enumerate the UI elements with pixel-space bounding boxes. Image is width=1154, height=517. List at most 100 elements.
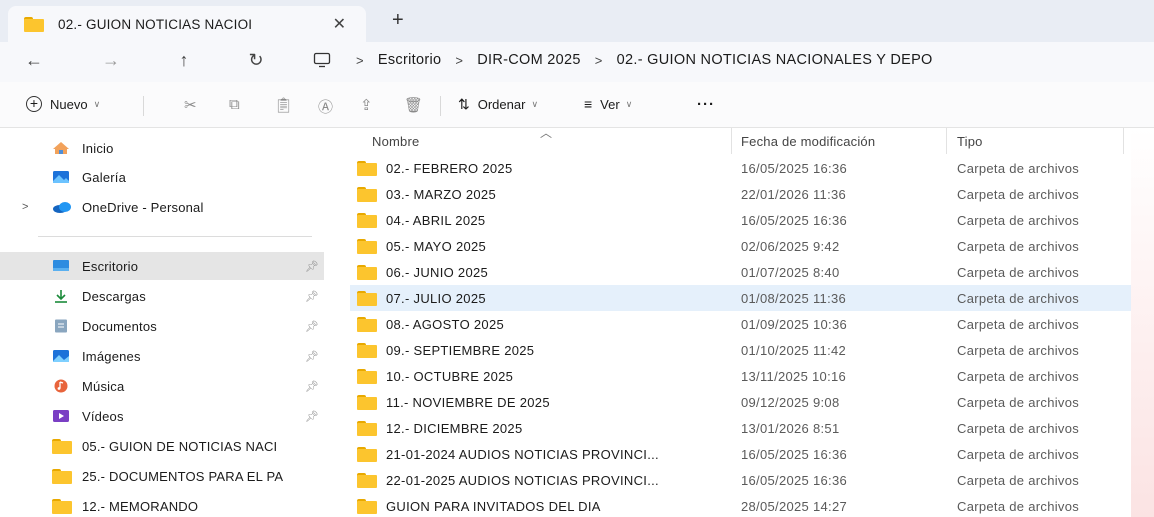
table-row[interactable]: 21-01-2024 AUDIOS NOTICIAS PROVINCI... 1… (350, 441, 1131, 467)
delete-icon[interactable]: 🗑︎ (404, 96, 423, 114)
onedrive-icon (52, 200, 71, 214)
sidebar-item-label: Escritorio (82, 258, 139, 274)
tab-strip: 02.- GUION NOTICIAS NACIOI ✕ + (0, 0, 1154, 42)
forward-button[interactable]: → (99, 50, 123, 71)
copy-icon[interactable]: ⧉ (229, 96, 240, 113)
table-row[interactable]: 04.- ABRIL 2025 16/05/2025 16:36 Carpeta… (350, 207, 1131, 233)
breadcrumb-current-folder[interactable]: 02.- GUION NOTICIAS NACIONALES Y DEPO (617, 52, 933, 68)
file-type: Carpeta de archivos (957, 213, 1080, 228)
pin-icon[interactable]: 📌︎ (305, 290, 319, 303)
column-divider[interactable] (946, 128, 947, 154)
sort-label: Ordenar (477, 97, 526, 112)
sidebar-item-label: Documentos (82, 318, 157, 334)
tab-current-folder[interactable]: 02.- GUION NOTICIAS NACIOI ✕ (8, 6, 366, 42)
column-header-type[interactable]: Tipo (957, 128, 1117, 154)
address-bar-row: ← → ↑ ↻ > Escritorio > DIR-COM 2025 > 02… (0, 42, 1154, 82)
file-type: Carpeta de archivos (957, 343, 1080, 358)
sidebar-item-label: 12.- MEMORANDO (82, 498, 199, 514)
file-type: Carpeta de archivos (957, 317, 1080, 332)
table-row[interactable]: 22-01-2025 AUDIOS NOTICIAS PROVINCI... 1… (350, 467, 1131, 493)
file-type: Carpeta de archivos (957, 447, 1080, 462)
folder-icon (357, 421, 377, 436)
file-name: GUION PARA INVITADOS DEL DIA (386, 499, 601, 514)
file-date: 09/12/2025 9:08 (741, 395, 840, 410)
sidebar-item-inicio[interactable]: Inicio (0, 134, 324, 162)
table-row[interactable]: 12.- DICIEMBRE 2025 13/01/2026 8:51 Carp… (350, 415, 1131, 441)
sidebar-item-galeria[interactable]: Galería (0, 163, 324, 191)
home-icon (52, 141, 70, 155)
folder-icon (357, 499, 377, 514)
folder-icon (357, 265, 377, 280)
folder-icon (357, 291, 377, 306)
rename-icon[interactable]: Ⓐ (318, 96, 333, 117)
table-row[interactable]: 06.- JUNIO 2025 01/07/2025 8:40 Carpeta … (350, 259, 1131, 285)
table-row[interactable]: 10.- OCTUBRE 2025 13/11/2025 10:16 Carpe… (350, 363, 1131, 389)
file-date: 01/10/2025 11:42 (741, 343, 847, 358)
file-name: 09.- SEPTIEMBRE 2025 (386, 343, 535, 358)
table-row[interactable]: 03.- MARZO 2025 22/01/2026 11:36 Carpeta… (350, 181, 1131, 207)
up-button[interactable]: ↑ (172, 50, 196, 71)
pin-icon[interactable]: 📌︎ (305, 380, 319, 393)
table-row[interactable]: 08.- AGOSTO 2025 01/09/2025 10:36 Carpet… (350, 311, 1131, 337)
folder-icon (24, 16, 44, 32)
desktop-icon (52, 259, 70, 273)
more-options-button[interactable]: ··· (697, 96, 715, 113)
divider (38, 236, 312, 237)
pin-icon[interactable]: 📌︎ (305, 410, 319, 423)
sort-button[interactable]: ⇅ Ordenar ∨ (458, 96, 538, 113)
file-date: 01/09/2025 10:36 (741, 317, 848, 332)
table-row[interactable]: GUION PARA INVITADOS DEL DIA 28/05/2025 … (350, 493, 1131, 517)
cut-icon[interactable]: ✂ (184, 96, 197, 114)
pin-icon[interactable]: 📌︎ (305, 260, 319, 273)
folder-icon (357, 239, 377, 254)
documents-icon (52, 319, 70, 333)
chevron-right-icon[interactable]: > (22, 201, 28, 213)
sidebar-item-videos[interactable]: Vídeos 📌︎ (0, 402, 324, 430)
folder-icon (357, 343, 377, 358)
view-button[interactable]: ≡ Ver ∨ (584, 96, 632, 112)
table-row[interactable]: 09.- SEPTIEMBRE 2025 01/10/2025 11:42 Ca… (350, 337, 1131, 363)
sidebar-item-musica[interactable]: Música 📌︎ (0, 372, 324, 400)
file-name: 06.- JUNIO 2025 (386, 265, 489, 280)
table-row[interactable]: 11.- NOVIEMBRE DE 2025 09/12/2025 9:08 C… (350, 389, 1131, 415)
sidebar-item-onedrive[interactable]: > OneDrive - Personal (0, 193, 324, 221)
breadcrumb-escritorio[interactable]: Escritorio (378, 52, 441, 68)
table-row[interactable]: 05.- MAYO 2025 02/06/2025 9:42 Carpeta d… (350, 233, 1131, 259)
column-divider[interactable] (1123, 128, 1124, 154)
sidebar-item-folder[interactable]: 12.- MEMORANDO (0, 492, 324, 517)
desktop-background (1131, 128, 1154, 517)
pin-icon[interactable]: 📌︎ (305, 350, 319, 363)
navigation-pane: Inicio Galería > OneDrive - Personal Esc… (0, 128, 330, 517)
breadcrumb-separator: > (455, 52, 464, 68)
sidebar-item-documentos[interactable]: Documentos 📌︎ (0, 312, 324, 340)
column-header-name[interactable]: Nombre (372, 128, 722, 154)
sidebar-item-imagenes[interactable]: Imágenes 📌︎ (0, 342, 324, 370)
column-divider[interactable] (731, 128, 732, 154)
new-tab-button[interactable]: + (392, 9, 404, 32)
back-button[interactable]: ← (22, 50, 46, 71)
sidebar-item-folder[interactable]: 25.- DOCUMENTOS PARA EL PA (0, 462, 324, 490)
file-name: 21-01-2024 AUDIOS NOTICIAS PROVINCI... (386, 447, 659, 462)
file-type: Carpeta de archivos (957, 291, 1080, 306)
refresh-button[interactable]: ↻ (244, 50, 268, 71)
new-button[interactable]: + Nuevo ∨ (26, 96, 100, 112)
column-header-date[interactable]: Fecha de modificación (741, 128, 941, 154)
sidebar-item-descargas[interactable]: Descargas 📌︎ (0, 282, 324, 310)
paste-icon[interactable]: 📋︎ (274, 96, 293, 114)
gallery-icon (52, 170, 70, 184)
table-row-selected[interactable]: 07.- JULIO 2025 01/08/2025 11:36 Carpeta… (350, 285, 1131, 311)
sidebar-item-folder[interactable]: 05.- GUION DE NOTICIAS NACI (0, 432, 324, 460)
file-date: 13/11/2025 10:16 (741, 369, 847, 384)
table-row[interactable]: 02.- FEBRERO 2025 16/05/2025 16:36 Carpe… (350, 155, 1131, 181)
share-icon[interactable]: ⇪ (360, 96, 373, 114)
sidebar-item-escritorio[interactable]: Escritorio 📌︎ (0, 252, 324, 280)
file-type: Carpeta de archivos (957, 395, 1080, 410)
file-date: 01/08/2025 11:36 (741, 291, 847, 306)
file-name: 12.- DICIEMBRE 2025 (386, 421, 523, 436)
sidebar-item-label: OneDrive - Personal (82, 199, 204, 215)
pin-icon[interactable]: 📌︎ (305, 320, 319, 333)
breadcrumb-dir-com[interactable]: DIR-COM 2025 (477, 52, 581, 68)
file-name: 02.- FEBRERO 2025 (386, 161, 513, 176)
close-tab-icon[interactable]: ✕ (333, 14, 346, 34)
download-icon (52, 289, 70, 303)
